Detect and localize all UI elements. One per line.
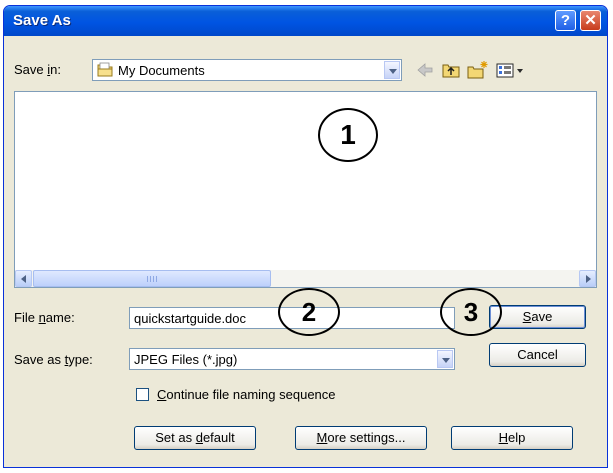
callout-two: 2 [278, 288, 340, 336]
save-as-type-label-suffix: ype: [68, 352, 93, 367]
save-as-type-label: Save as type: [14, 352, 93, 367]
callout-one: 1 [318, 108, 378, 162]
file-name-value: quickstartguide.doc [134, 311, 247, 326]
save-in-dropdown[interactable]: My Documents [92, 59, 402, 81]
close-icon: ✕ [584, 12, 597, 29]
continue-sequence-label-accel: C [157, 387, 167, 402]
file-name-label-prefix: File [14, 310, 39, 325]
file-name-label-accel: n [38, 310, 46, 325]
save-button[interactable]: Save [489, 305, 586, 329]
help-accel: H [498, 430, 509, 445]
set-default-suffix: efault [202, 430, 235, 445]
callout-three-text: 3 [463, 297, 479, 327]
chevron-down-icon[interactable] [384, 61, 400, 79]
more-settings-button[interactable]: More settings... [295, 426, 427, 450]
save-in-label-prefix: Save [14, 62, 48, 77]
set-default-prefix: Set as [155, 430, 196, 445]
folder-icon [97, 62, 113, 77]
continue-sequence-checkbox[interactable] [136, 388, 149, 401]
help-title-button[interactable]: ? [555, 10, 576, 31]
callout-two-text: 2 [301, 297, 317, 327]
save-as-type-dropdown[interactable]: JPEG Files (*.jpg) [129, 348, 455, 370]
cancel-button[interactable]: Cancel [489, 343, 586, 367]
back-arrow-icon[interactable] [414, 59, 436, 81]
scroll-left-button[interactable] [15, 270, 32, 287]
file-name-label-suffix: ame: [45, 310, 75, 325]
dialog-title: Save As [13, 12, 71, 29]
up-folder-icon[interactable] [440, 59, 462, 81]
save-as-type-label-prefix: Save as [14, 352, 65, 367]
help-label: elp [508, 430, 526, 445]
callout-three: 3 [440, 288, 502, 336]
save-in-label-suffix: n: [50, 62, 61, 77]
set-as-default-button[interactable]: Set as default [134, 426, 256, 450]
save-as-type-value: JPEG Files (*.jpg) [134, 352, 238, 367]
chevron-down-icon[interactable] [437, 350, 453, 368]
file-list-view[interactable] [14, 91, 597, 288]
callout-one-text: 1 [340, 119, 356, 150]
file-name-label: File name: [14, 310, 75, 325]
help-button[interactable]: Help [451, 426, 573, 450]
more-settings-accel: M [316, 430, 328, 445]
save-button-label: ave [531, 309, 553, 324]
more-settings-label: ore settings... [327, 430, 406, 445]
scroll-right-button[interactable] [579, 270, 596, 287]
grip-icon [147, 276, 157, 282]
set-default-accel: d [195, 430, 203, 445]
continue-sequence-label[interactable]: Continue file naming sequence [157, 387, 336, 402]
cancel-button-label: Cancel [517, 347, 558, 362]
question-mark-icon: ? [560, 12, 571, 29]
scrollbar-thumb[interactable] [33, 270, 271, 287]
close-button[interactable]: ✕ [580, 10, 601, 31]
new-folder-icon[interactable] [466, 59, 490, 81]
title-bar[interactable]: Save As ? ✕ [4, 6, 607, 36]
views-menu-icon[interactable] [494, 59, 528, 81]
save-as-dialog: Save As ? ✕ Save in: My Documents File n… [3, 5, 608, 468]
save-in-value: My Documents [118, 63, 205, 78]
horizontal-scrollbar[interactable] [15, 270, 596, 287]
continue-sequence-label-text: ontinue file naming sequence [166, 387, 336, 402]
save-in-label: Save in: [14, 62, 61, 77]
